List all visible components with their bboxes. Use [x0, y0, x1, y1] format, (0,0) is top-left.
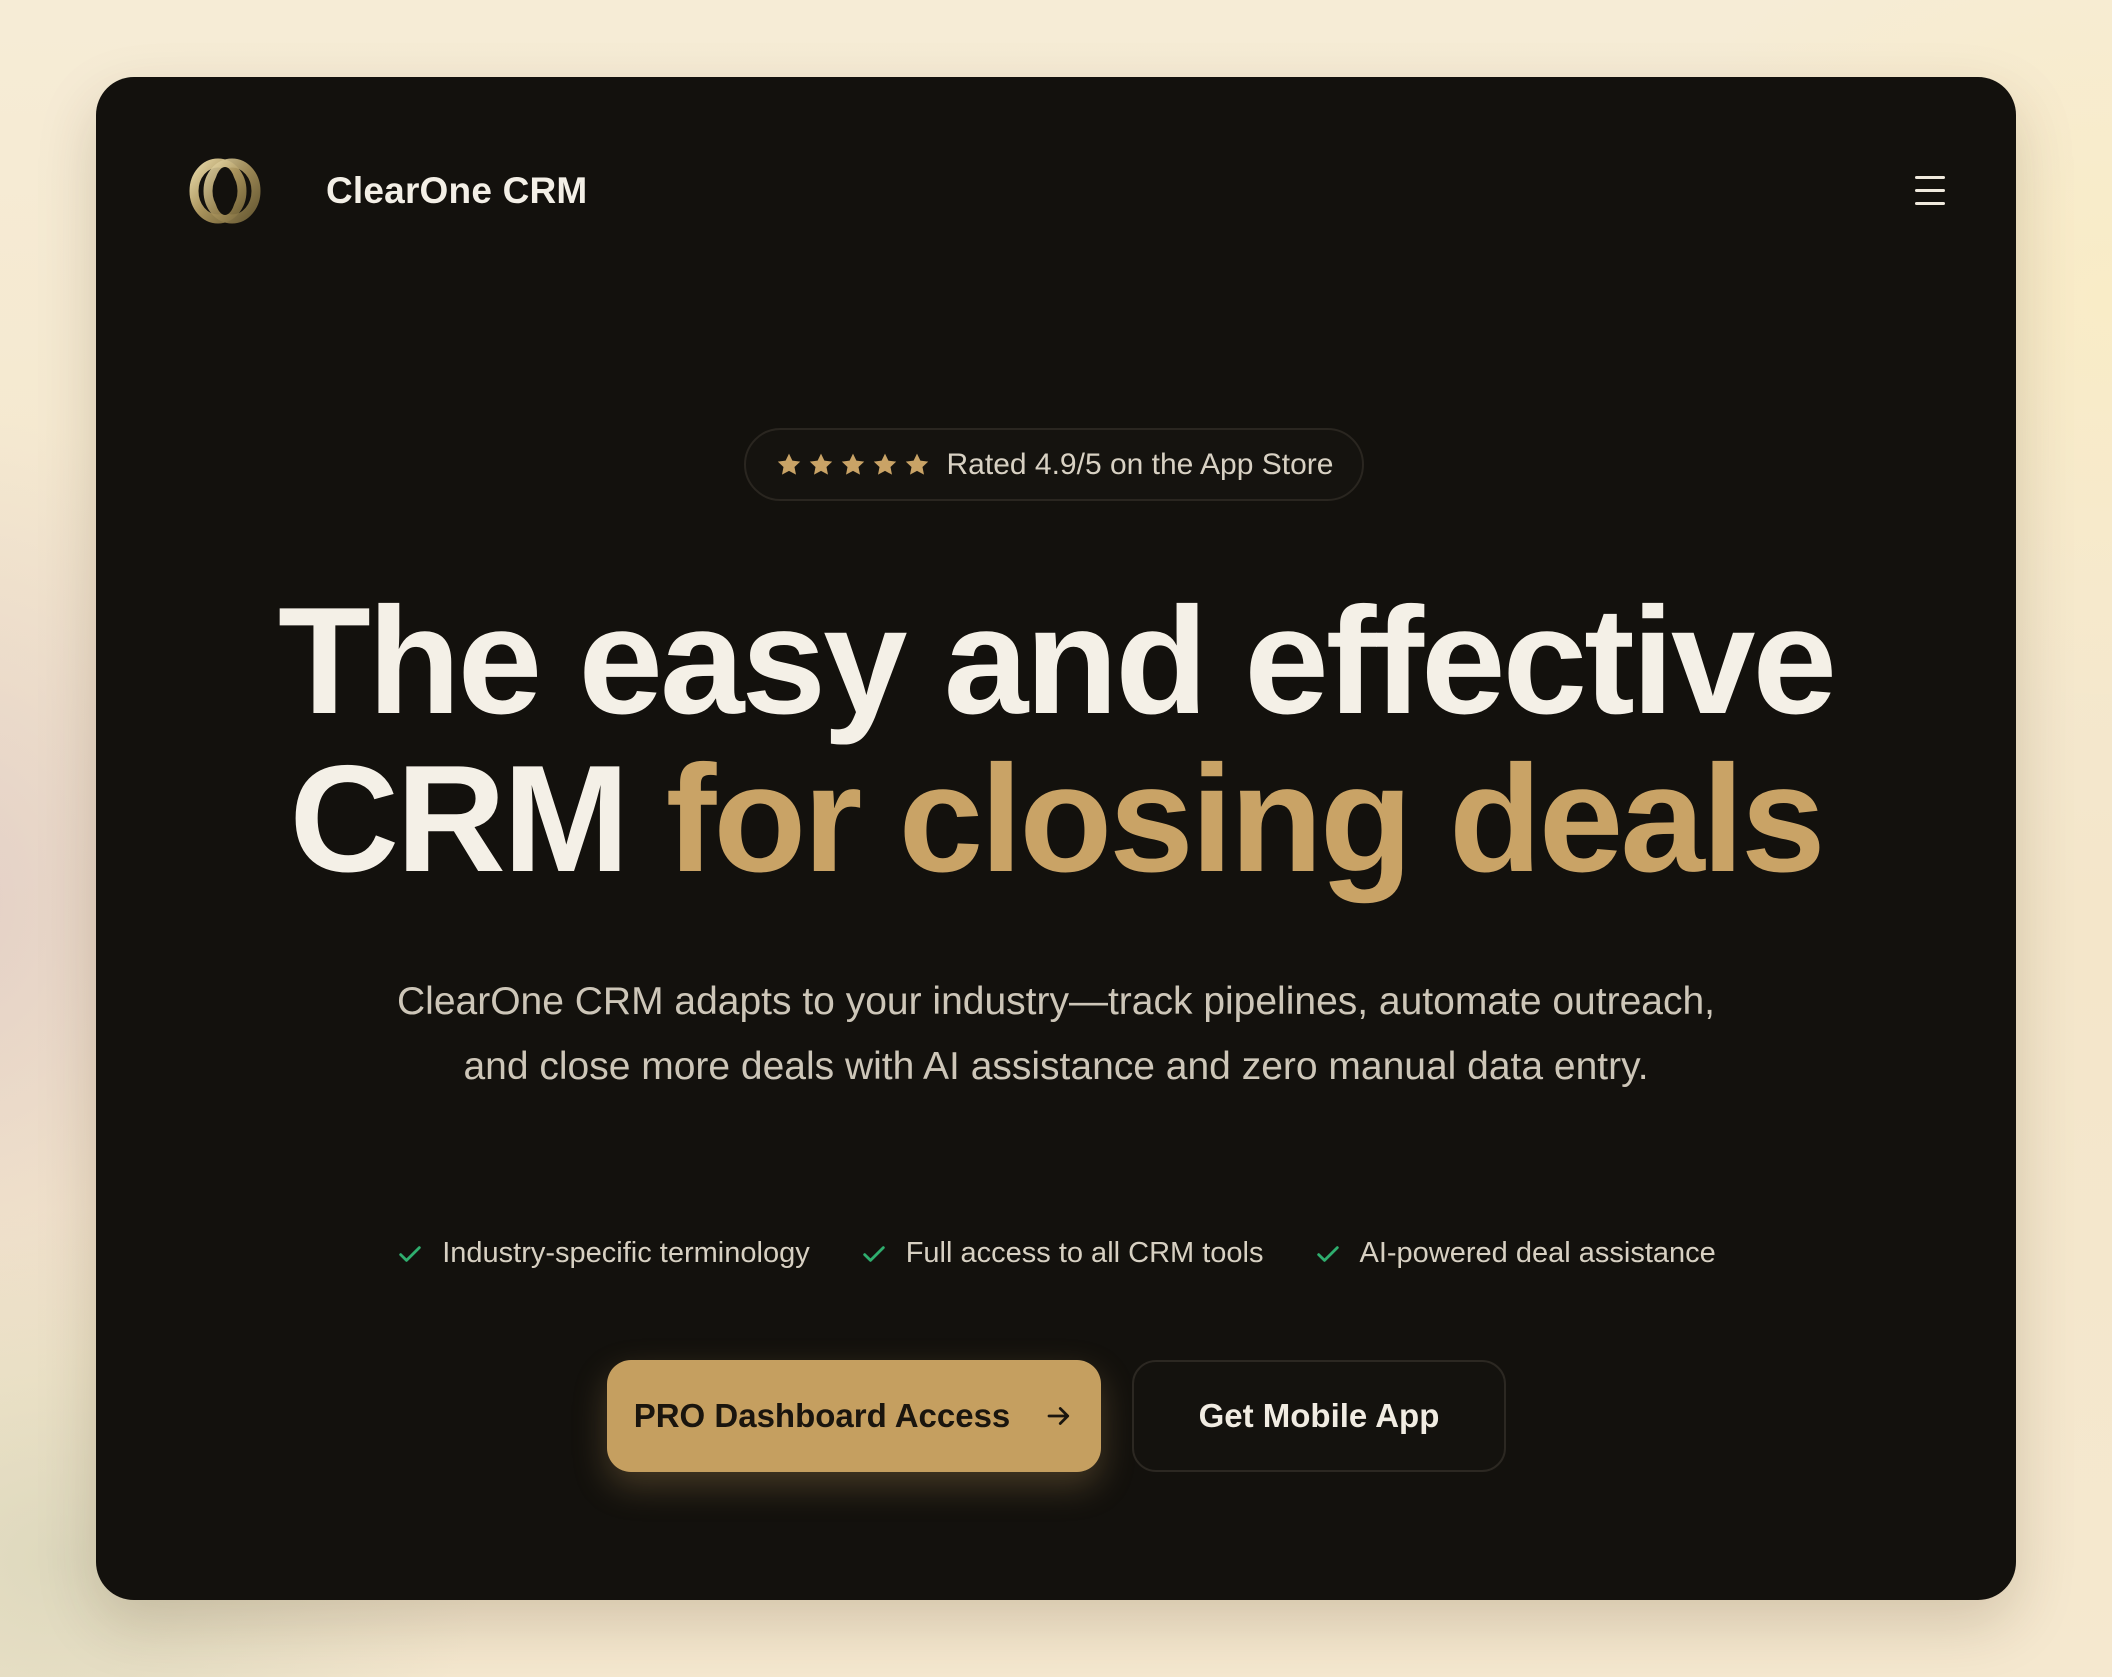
star-icon: [905, 453, 928, 475]
rating-text: Rated 4.9/5 on the App Store: [946, 447, 1334, 481]
star-icon: [841, 453, 864, 475]
hamburger-menu-button[interactable]: [1910, 173, 1950, 209]
arrow-right-icon: [1047, 1407, 1070, 1425]
hero-headline: The easy and effective CRM for closing d…: [96, 582, 2016, 898]
pro-dashboard-access-button[interactable]: PRO Dashboard Access: [607, 1360, 1101, 1472]
rating-stars: [775, 451, 931, 479]
brand-name: ClearOne CRM: [326, 170, 588, 211]
feature-item: AI-powered deal assistance: [1314, 1237, 1716, 1270]
hamburger-menu-icon: [1915, 176, 1945, 179]
get-mobile-app-label: Get Mobile App: [1198, 1397, 1440, 1434]
headline-line-1: The easy and effective: [277, 576, 1837, 746]
feature-item: Industry-specific terminology: [396, 1237, 810, 1270]
headline-line-2-accent: for closing deals: [665, 734, 1826, 904]
interlocking-rings-logo-icon: [189, 158, 261, 224]
hamburger-menu-icon-bar: [1915, 202, 1945, 205]
headline-line-2-plain: CRM: [289, 734, 629, 904]
feature-item: Full access to all CRM tools: [860, 1237, 1264, 1270]
hamburger-menu-icon-bar: [1915, 189, 1945, 192]
check-icon: [399, 1245, 421, 1262]
get-mobile-app-button[interactable]: Get Mobile App: [1132, 1360, 1506, 1472]
feature-label: AI-powered deal assistance: [1359, 1237, 1716, 1269]
rating-badge: Rated 4.9/5 on the App Store: [744, 428, 1364, 501]
check-icon: [1316, 1245, 1339, 1262]
pro-dashboard-access-label: PRO Dashboard Access: [633, 1397, 1011, 1434]
feature-label: Full access to all CRM tools: [905, 1237, 1264, 1269]
feature-label: Industry-specific terminology: [442, 1237, 810, 1269]
hero-subtext: ClearOne CRM adapts to your industry—tra…: [397, 980, 1715, 1088]
hero-card: ClearOne CRM Rated 4.9/5 on the App Stor…: [96, 77, 2016, 1600]
star-icon: [777, 453, 800, 475]
check-icon: [862, 1245, 885, 1262]
star-icon: [809, 453, 832, 475]
feature-list: Industry-specific terminology Full acces…: [96, 1237, 2016, 1270]
star-icon: [873, 453, 896, 475]
brand[interactable]: ClearOne CRM: [184, 151, 587, 231]
